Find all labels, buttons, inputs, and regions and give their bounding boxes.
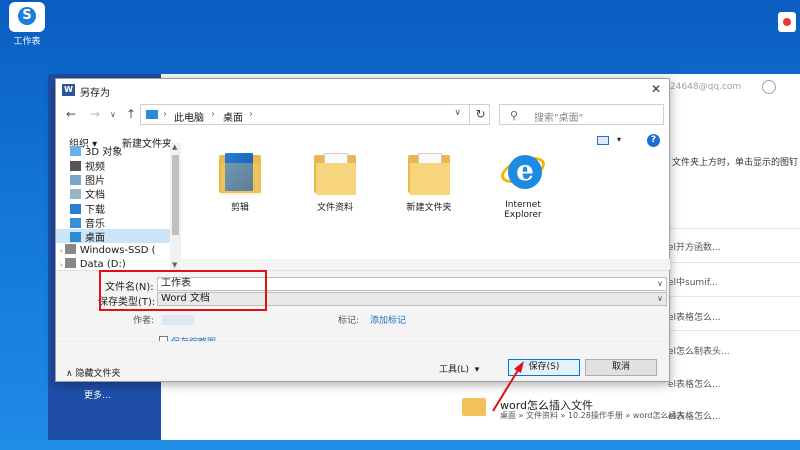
word-icon: W: [62, 84, 75, 96]
list-item[interactable]: el中sumif...: [668, 275, 718, 288]
internet-explorer-icon: e: [497, 151, 549, 197]
list-item[interactable]: el表格怎么...: [668, 377, 721, 390]
file-item-jianji[interactable]: 剪辑: [205, 151, 275, 213]
folder-icon: [462, 398, 486, 416]
refresh-button[interactable]: ↻: [469, 105, 491, 124]
chevron-down-icon[interactable]: ∨: [657, 278, 663, 290]
nav-item-documents[interactable]: 文档: [70, 186, 105, 201]
user-icon[interactable]: [762, 80, 776, 94]
dialog-footer: ∧ 隐藏文件夹 工具(L) ▾ 保存(S) 取消: [56, 341, 669, 381]
background-hint-text: 文件夹上方时，单击显示的图钉: [672, 158, 799, 168]
author-label: 作者:: [133, 316, 155, 326]
nav-scrollbar[interactable]: ▲ ▼: [170, 143, 181, 271]
author-value[interactable]: [162, 315, 194, 325]
file-item-internet-explorer[interactable]: e Internet Explorer: [488, 151, 558, 220]
recent-dropdown-icon[interactable]: ∨: [110, 110, 116, 119]
tags-label: 标记:: [338, 316, 360, 326]
download-icon: [70, 204, 81, 214]
desktop-icon: [70, 232, 81, 242]
music-icon: [70, 218, 81, 228]
dialog-title: 另存为: [80, 88, 110, 99]
address-bar[interactable]: › 此电脑 › 桌面 › ∨: [140, 104, 490, 125]
highlight-box: [99, 270, 267, 311]
nav-item-downloads[interactable]: 下载: [70, 201, 105, 216]
annotation-arrow: [492, 361, 524, 412]
desktop-icon-worksheet[interactable]: S 工作表: [4, 2, 50, 47]
breadcrumb-desktop[interactable]: 桌面: [223, 109, 243, 124]
folder-icon: [217, 151, 263, 197]
nav-item-videos[interactable]: 视频: [70, 158, 105, 173]
nav-item-music[interactable]: 音乐: [70, 215, 105, 230]
pictures-icon: [70, 175, 81, 185]
search-icon: ⚲: [510, 109, 519, 122]
close-button[interactable]: ✕: [651, 82, 661, 96]
navigation-bar: ← → ∨ ↑ › 此电脑 › 桌面 › ∨ ↻ ⚲ 搜索"桌面": [56, 101, 669, 129]
back-button[interactable]: ←: [66, 107, 76, 121]
title-bar: W 另存为 ✕: [56, 79, 669, 101]
folder-icon: [406, 151, 452, 197]
nav-item-windows-ssd[interactable]: › Windows-SSD (: [60, 244, 156, 258]
file-item-new-folder[interactable]: 新建文件夹: [394, 151, 464, 213]
breadcrumb-this-pc[interactable]: 此电脑: [174, 109, 204, 124]
list-item[interactable]: el开方函数...: [668, 240, 721, 253]
folder-icon: [312, 151, 358, 197]
file-item-documents-folder[interactable]: 文件资料: [300, 151, 370, 213]
drive-icon: [64, 258, 76, 268]
content-scrollbar[interactable]: [182, 259, 670, 270]
scroll-up-icon[interactable]: ▲: [172, 143, 177, 151]
nav-item-3d-objects[interactable]: 3D 对象: [70, 143, 122, 158]
save-as-dialog: W 另存为 ✕ ← → ∨ ↑ › 此电脑 › 桌面 › ∨ ↻ ⚲ 搜索"桌面…: [55, 78, 670, 382]
view-dropdown-icon[interactable]: ▾: [617, 135, 621, 144]
desktop-icon-label: 工作表: [13, 37, 41, 47]
nav-item-pictures[interactable]: 图片: [70, 172, 105, 187]
tools-menu[interactable]: 工具(L) ▾: [439, 362, 479, 375]
drive-icon: [64, 244, 76, 254]
cube-icon: [70, 146, 81, 156]
computer-icon: [146, 110, 158, 119]
chevron-down-icon[interactable]: ∨: [657, 293, 663, 305]
scroll-down-icon[interactable]: ▼: [172, 261, 177, 269]
forward-button[interactable]: →: [90, 107, 100, 121]
hide-folders-toggle[interactable]: ∧ 隐藏文件夹: [66, 366, 120, 379]
list-item[interactable]: el怎么制表头...: [668, 344, 730, 357]
address-dropdown-icon[interactable]: ∨: [454, 108, 461, 118]
scroll-thumb[interactable]: [172, 155, 179, 235]
account-email: 24648@qq.com: [670, 82, 742, 92]
help-icon[interactable]: ?: [647, 134, 660, 147]
tray-app-icon[interactable]: [778, 12, 796, 32]
search-placeholder: 搜索"桌面": [534, 113, 584, 124]
search-box[interactable]: ⚲ 搜索"桌面": [499, 104, 664, 125]
app-shortcut-icon: S: [9, 2, 45, 32]
cancel-button[interactable]: 取消: [585, 359, 657, 376]
add-tags-link[interactable]: 添加标记: [370, 313, 406, 326]
nav-item-desktop[interactable]: 桌面: [56, 229, 170, 244]
view-icon[interactable]: [597, 136, 609, 145]
list-item[interactable]: el表格怎么...: [668, 310, 721, 323]
up-button[interactable]: ↑: [126, 107, 136, 121]
more-link[interactable]: 更多...: [84, 388, 111, 401]
video-icon: [70, 161, 81, 171]
navigation-pane: 3D 对象 视频 图片 文档 下载 音乐 桌面 › Windows-SSD ( ›…: [56, 143, 182, 273]
documents-icon: [70, 189, 81, 199]
